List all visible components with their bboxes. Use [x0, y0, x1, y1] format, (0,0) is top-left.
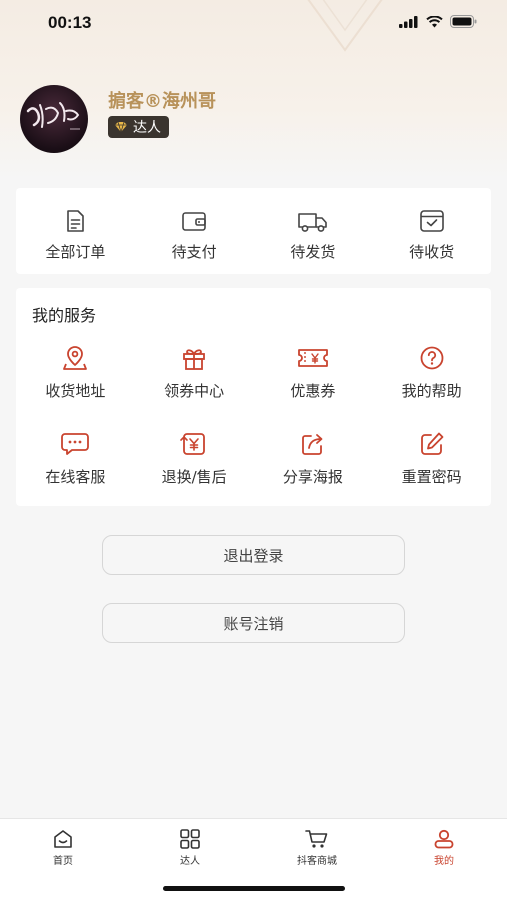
order-all[interactable]: 全部订单 — [16, 188, 135, 262]
gift-icon — [183, 349, 206, 370]
order-pending-payment[interactable]: 待支付 — [135, 188, 254, 262]
services-title: 我的服务 — [32, 306, 97, 325]
service-coupon-center-label: 领券中心 — [164, 382, 225, 400]
help-icon — [420, 346, 444, 370]
battery-icon — [450, 15, 477, 28]
order-pending-shipment-label: 待发货 — [290, 243, 336, 261]
service-online-support[interactable]: 在线客服 — [16, 430, 135, 487]
order-pending-receipt-label: 待收货 — [409, 243, 455, 261]
chat-icon — [61, 433, 90, 455]
avatar-calligraphy-image — [26, 102, 80, 130]
tab-mall-label: 抖客商城 — [297, 856, 337, 867]
order-pending-payment-label: 待支付 — [171, 243, 217, 261]
status-time: 00:13 — [48, 13, 92, 32]
service-share-poster[interactable]: 分享海报 — [254, 430, 373, 487]
order-all-label: 全部订单 — [45, 243, 106, 261]
service-help[interactable]: 我的帮助 — [372, 344, 491, 401]
coupon-icon — [297, 349, 328, 367]
service-help-label: 我的帮助 — [401, 382, 462, 400]
grid-icon — [180, 829, 200, 849]
tab-talent[interactable]: 达人 — [150, 829, 230, 867]
avatar[interactable] — [20, 85, 88, 153]
document-icon — [67, 210, 85, 232]
service-share-poster-label: 分享海报 — [282, 468, 343, 486]
refund-icon — [180, 433, 206, 455]
orders-card: 全部订单 待支付 待发货 待收货 — [16, 188, 491, 274]
services-card: 我的服务 收货地址 领券中心 优惠券 我的帮助 在线客服 退换/售后 分享海报 … — [16, 288, 491, 506]
service-address-label: 收货地址 — [45, 382, 106, 400]
share-icon — [301, 434, 323, 455]
service-reset-password[interactable]: 重置密码 — [372, 430, 491, 487]
tab-mine[interactable]: 我的 — [404, 829, 484, 867]
home-indicator — [163, 886, 345, 891]
tab-home-label: 首页 — [53, 856, 73, 867]
username: 掮客®海州哥 — [108, 91, 216, 112]
status-bar: 00:13 — [0, 0, 507, 48]
service-reset-password-label: 重置密码 — [401, 468, 462, 486]
badge-label: 达人 — [133, 120, 161, 136]
order-pending-shipment[interactable]: 待发货 — [254, 188, 373, 262]
service-coupons[interactable]: 优惠券 — [254, 344, 373, 401]
status-badge: 达人 — [108, 116, 169, 138]
box-check-icon — [419, 210, 444, 232]
service-online-support-label: 在线客服 — [45, 468, 106, 486]
user-icon — [434, 829, 454, 849]
cart-icon — [305, 830, 328, 848]
signal-icon — [399, 15, 418, 28]
tab-mall[interactable]: 抖客商城 — [277, 829, 357, 867]
service-coupon-center[interactable]: 领券中心 — [135, 344, 254, 401]
location-icon — [63, 346, 88, 370]
service-coupons-label: 优惠券 — [290, 382, 336, 400]
service-address[interactable]: 收货地址 — [16, 344, 135, 401]
profile-header: 掮客®海州哥 达人 — [20, 85, 480, 153]
service-refund[interactable]: 退换/售后 — [135, 430, 254, 487]
wifi-icon — [426, 15, 443, 27]
tab-home[interactable]: 首页 — [23, 829, 103, 867]
logout-button[interactable]: 退出登录 — [102, 535, 405, 575]
edit-icon — [420, 432, 444, 455]
truck-icon — [298, 213, 327, 232]
service-refund-label: 退换/售后 — [161, 468, 227, 486]
wallet-icon — [182, 212, 206, 231]
order-pending-receipt[interactable]: 待收货 — [372, 188, 491, 262]
diamond-icon — [115, 121, 127, 133]
cancel-account-button[interactable]: 账号注销 — [102, 603, 405, 643]
tab-talent-label: 达人 — [180, 856, 200, 867]
home-icon — [54, 830, 72, 848]
tab-mine-label: 我的 — [434, 856, 454, 867]
